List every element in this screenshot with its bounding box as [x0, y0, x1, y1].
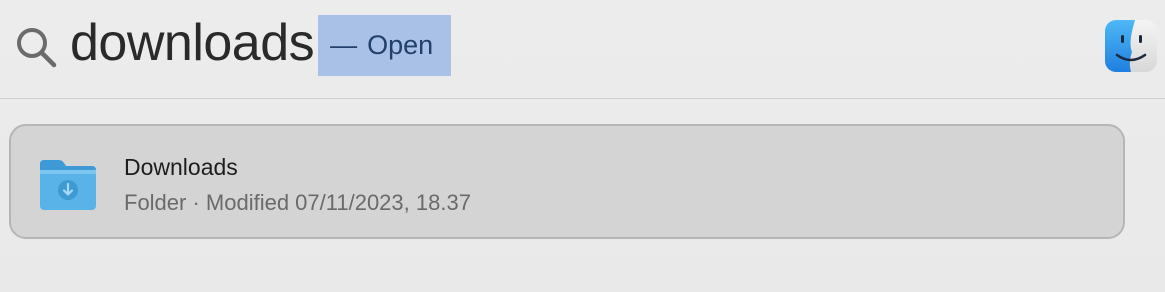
completion-dash: —	[330, 29, 358, 60]
search-divider	[0, 98, 1165, 99]
search-input[interactable]: downloads — Open	[70, 12, 452, 76]
result-row-downloads[interactable]: Downloads Folder · Modified 07/11/2023, …	[9, 124, 1125, 239]
result-subtitle: Folder · Modified 07/11/2023, 18.37	[124, 190, 471, 215]
spotlight-window: downloads — Open Downloads Folder · Modi…	[0, 0, 1165, 292]
completion-action-label: Open	[367, 29, 434, 60]
search-icon	[17, 28, 57, 68]
completion-suggestion[interactable]: — Open	[318, 14, 452, 76]
downloads-folder-icon	[40, 160, 96, 210]
finder-icon	[1105, 20, 1157, 72]
search-query-text[interactable]: downloads	[70, 12, 315, 74]
search-bar[interactable]: downloads — Open	[0, 0, 1165, 98]
result-title: Downloads	[124, 154, 238, 180]
